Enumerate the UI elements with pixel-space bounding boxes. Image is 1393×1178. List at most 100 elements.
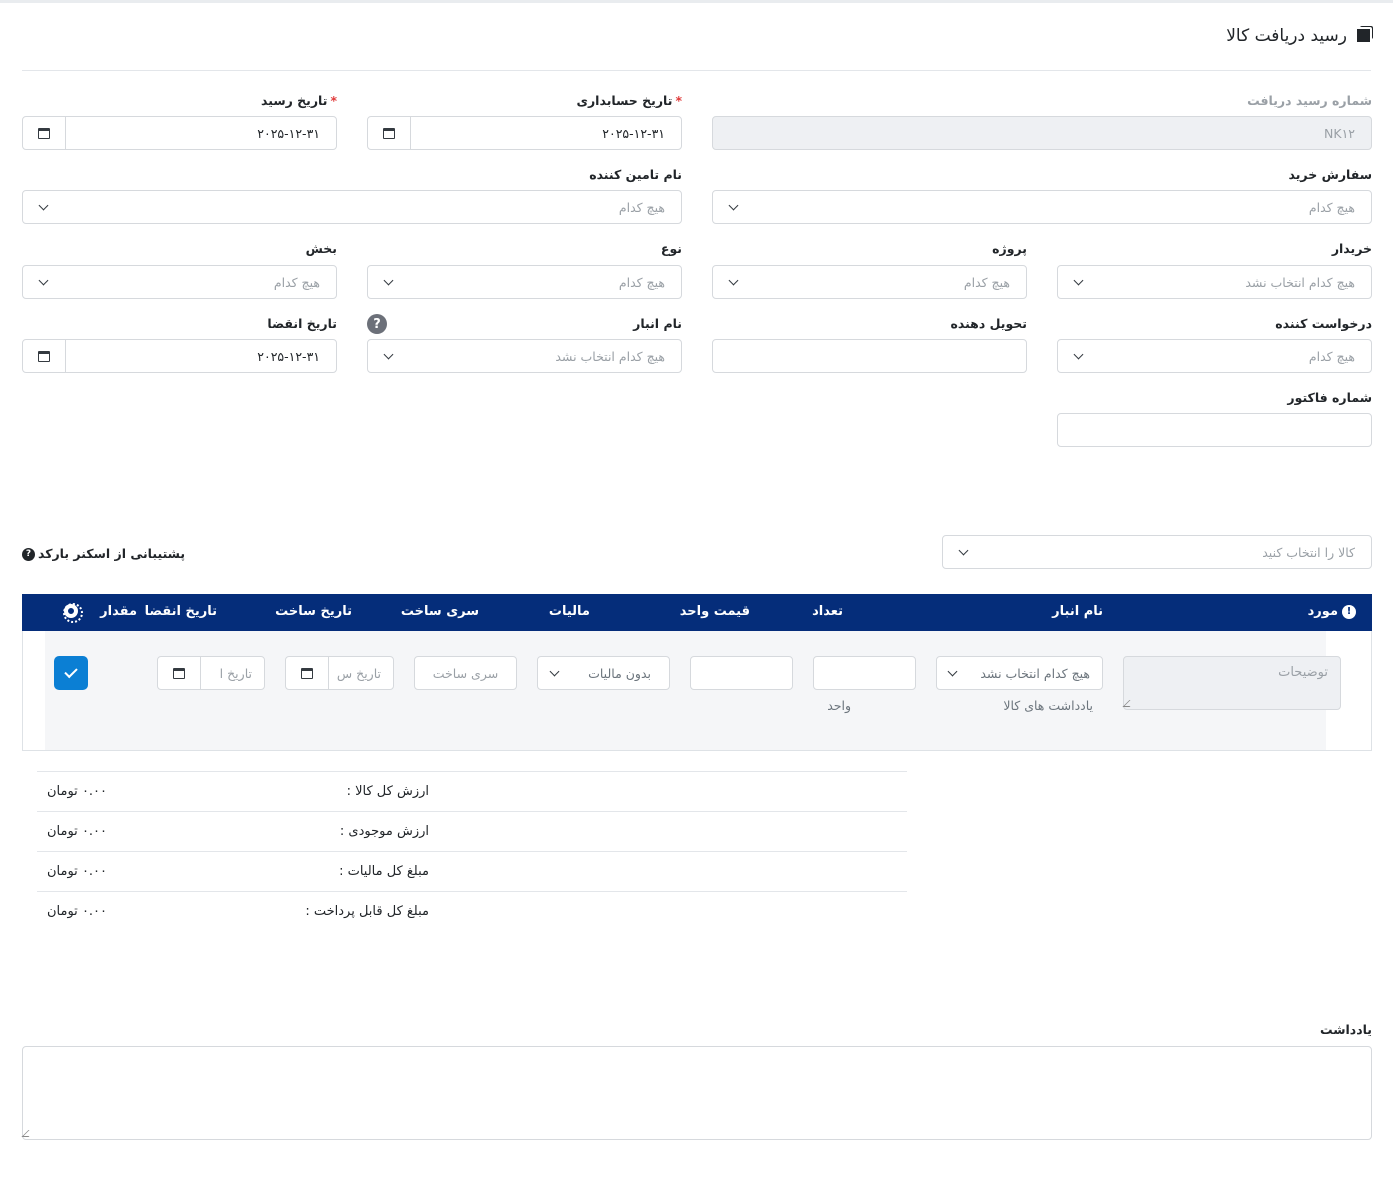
th-mfg-date: تاریخ ساخت [275,604,352,619]
row-unit-price-input[interactable] [690,656,793,690]
chevron-down-icon [538,657,570,689]
requester-placeholder: هیچ کدام [1308,348,1355,364]
chevron-down-icon [1058,266,1098,298]
summary-label: ارزش کل کالا : [346,784,429,799]
row-tax-select[interactable]: بدون مالیات [537,656,670,690]
summary-value: ۰.۰۰ تومان [47,784,108,799]
row-mfg-date-placeholder: تاریخ س [336,665,381,681]
receipt-date-value[interactable]: ۲۰۲۵-۱۲-۳۱ [66,126,336,141]
page-title-text: رسید دریافت کالا [1226,26,1347,46]
resize-handle-icon[interactable] [21,1130,36,1137]
buyer-label: خریدار [1331,241,1372,256]
buyer-placeholder: هیچ کدام انتخاب نشد [1245,274,1355,290]
summary-row: مبلغ کل مالیات : ۰.۰۰ تومان [37,851,907,891]
calendar-icon [301,667,313,679]
receipt-date-calendar-button[interactable] [23,117,66,149]
expiry-date-field[interactable]: ۲۰۲۵-۱۲-۳۱ [22,339,337,373]
chevron-down-icon [368,340,408,372]
buyer-select[interactable]: هیچ کدام انتخاب نشد [1057,265,1372,299]
supplier-name-label: نام تامین کننده [589,167,682,182]
row-quantity-input[interactable] [813,656,916,690]
chevron-down-icon [713,191,753,223]
accounting-date-field[interactable]: ۲۰۲۵-۱۲-۳۱ [367,116,682,150]
th-batch: سری ساخت [400,604,479,619]
row-batch-placeholder: سری ساخت [432,665,499,681]
item-description-input[interactable]: توضیحات [1122,656,1341,710]
help-icon[interactable]: ? [367,314,387,334]
add-item-button[interactable] [54,656,88,690]
accounting-date-label-text: تاریخ حسابداری [576,93,673,108]
warehouse-label: نام انبار [633,316,682,331]
resize-handle-icon[interactable] [1122,700,1137,707]
mfg-date-calendar-button[interactable] [286,657,329,689]
chevron-down-icon [368,266,408,298]
barcode-support-toggle[interactable]: پشتیبانی از اسکنر بارکد? [22,546,185,561]
department-placeholder: هیچ کدام [273,274,320,290]
th-tax: مالیات [548,604,590,619]
th-quantity: تعداد [812,604,843,619]
expiry-date-calendar-button[interactable] [23,340,66,372]
product-select-placeholder: کالا را انتخاب کنید [1262,544,1355,560]
calendar-icon [38,350,50,362]
product-select[interactable]: کالا را انتخاب کنید [942,535,1372,569]
purchase-order-select[interactable]: هیچ کدام [712,190,1372,224]
receipt-date-field[interactable]: ۲۰۲۵-۱۲-۳۱ [22,116,337,150]
gear-icon[interactable] [63,603,83,623]
row-expiry-input[interactable]: تاریخ ا [157,656,265,690]
copy-icon [1353,26,1373,46]
chevron-down-icon [943,536,983,568]
receipt-number-value: NK۱۲ [1324,125,1355,141]
summary-row: ارزش موجودی : ۰.۰۰ تومان [37,811,907,851]
check-icon [64,664,78,679]
chevron-down-icon [23,191,63,223]
receipt-date-label: *تاریخ رسید [261,93,337,108]
summary-label: مبلغ کل مالیات : [339,864,429,879]
department-select[interactable]: هیچ کدام [22,265,337,299]
accounting-date-calendar-button[interactable] [368,117,411,149]
row-mfg-date-input[interactable]: تاریخ س [285,656,394,690]
chevron-down-icon [23,266,63,298]
barcode-support-label: پشتیبانی از اسکنر بارکد [38,546,186,561]
note-label: یادداشت [1319,1022,1372,1037]
type-select[interactable]: هیچ کدام [367,265,682,299]
row-batch-input[interactable]: سری ساخت [414,656,517,690]
type-placeholder: هیچ کدام [618,274,665,290]
accounting-date-value[interactable]: ۲۰۲۵-۱۲-۳۱ [411,126,681,141]
receipt-number-field: NK۱۲ [712,116,1372,150]
requester-select[interactable]: هیچ کدام [1057,339,1372,373]
expiry-date-label: تاریخ انقضا [267,316,337,331]
th-amount: مقدار [100,604,137,619]
unit-label: واحد [827,698,851,713]
invoice-number-input[interactable] [1057,413,1372,447]
top-border [0,0,1393,3]
requester-label: درخواست کننده [1275,316,1372,331]
warehouse-select[interactable]: هیچ کدام انتخاب نشد [367,339,682,373]
th-item-text: مورد [1307,604,1338,619]
row-warehouse-select[interactable]: هیچ کدام انتخاب نشد [936,656,1103,690]
row-tax-placeholder: بدون مالیات [588,665,651,681]
th-expiry: تاریخ انقضا [144,604,217,619]
summary-label: مبلغ کل قابل پرداخت : [305,904,429,919]
summary-value: ۰.۰۰ تومان [47,904,108,919]
calendar-icon [173,667,185,679]
deliverer-label: تحویل دهنده [950,316,1027,331]
purchase-order-placeholder: هیچ کدام [1308,199,1355,215]
purchase-order-label: سفارش خرید [1288,167,1372,182]
item-notes-link[interactable]: یادداشت های کالا [1003,698,1093,713]
row-warehouse-placeholder: هیچ کدام انتخاب نشد [980,665,1090,681]
items-table-header: ! مورد نام انبار تعداد قیمت واحد مالیات س… [22,594,1372,631]
summary-label: ارزش موجودی : [339,824,429,839]
expiry-calendar-button[interactable] [158,657,201,689]
project-select[interactable]: هیچ کدام [712,265,1027,299]
page-title: رسید دریافت کالا [1226,26,1373,46]
receipt-date-label-text: تاریخ رسید [261,93,328,108]
expiry-date-value[interactable]: ۲۰۲۵-۱۲-۳۱ [66,349,336,364]
note-textarea[interactable] [21,1046,1372,1140]
summary-value: ۰.۰۰ تومان [47,824,108,839]
invoice-number-label: شماره فاکتور [1287,390,1372,405]
project-placeholder: هیچ کدام [963,274,1010,290]
question-icon: ? [22,548,35,561]
info-icon: ! [1342,604,1356,619]
deliverer-input[interactable] [712,339,1027,373]
supplier-name-select[interactable]: هیچ کدام [22,190,682,224]
